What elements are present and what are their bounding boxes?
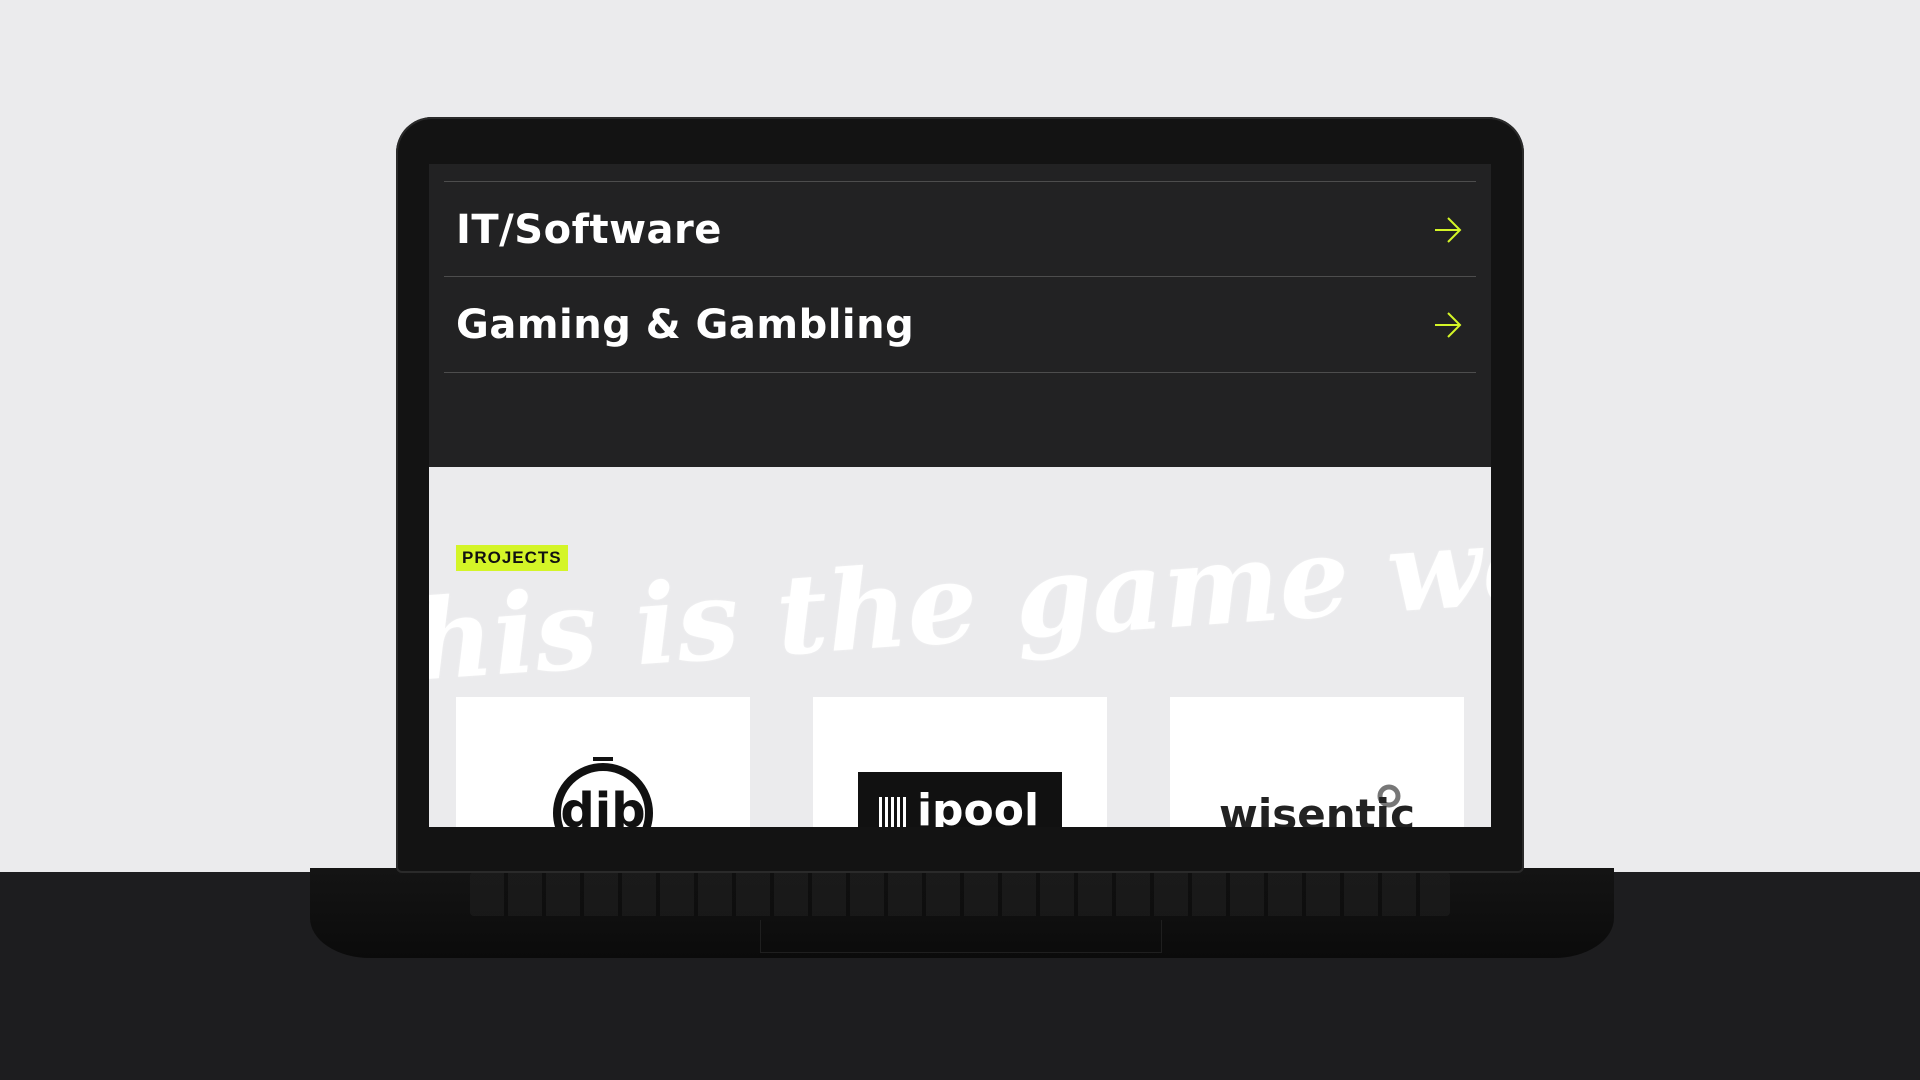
laptop-keyboard <box>470 872 1450 916</box>
wisentic-logo-text: wisentic <box>1219 790 1415 827</box>
wisentic-logo-icon: wisentic <box>1219 784 1415 827</box>
laptop-screen: IT/Software Gaming & Gambling his is the… <box>429 164 1491 827</box>
project-card-ipool[interactable]: ipool <box>813 697 1107 827</box>
dib-logo-text: dib <box>560 783 645 827</box>
dib-logo-icon: dib <box>553 757 653 827</box>
ipool-logo-icon: ipool <box>858 772 1062 827</box>
industry-label: Gaming & Gambling <box>456 301 915 348</box>
projects-badge: PROJECTS <box>456 545 568 571</box>
projects-section: his is the game we play PROJECTS dib ipo… <box>429 467 1491 827</box>
laptop-trackpad <box>760 920 1162 953</box>
project-card-dib[interactable]: dib <box>456 697 750 827</box>
ipool-logo-text: ipool <box>917 785 1039 827</box>
industries-section: IT/Software Gaming & Gambling <box>429 164 1491 467</box>
industry-label: IT/Software <box>456 206 722 253</box>
arrow-right-icon <box>1435 216 1462 243</box>
industry-row-gaming-gambling[interactable]: Gaming & Gambling <box>444 276 1476 373</box>
arrow-right-icon <box>1435 311 1462 338</box>
background-script-text: his is the game we play <box>429 477 1491 706</box>
project-card-wisentic[interactable]: wisentic <box>1170 697 1464 827</box>
industry-row-it-software[interactable]: IT/Software <box>444 181 1476 277</box>
